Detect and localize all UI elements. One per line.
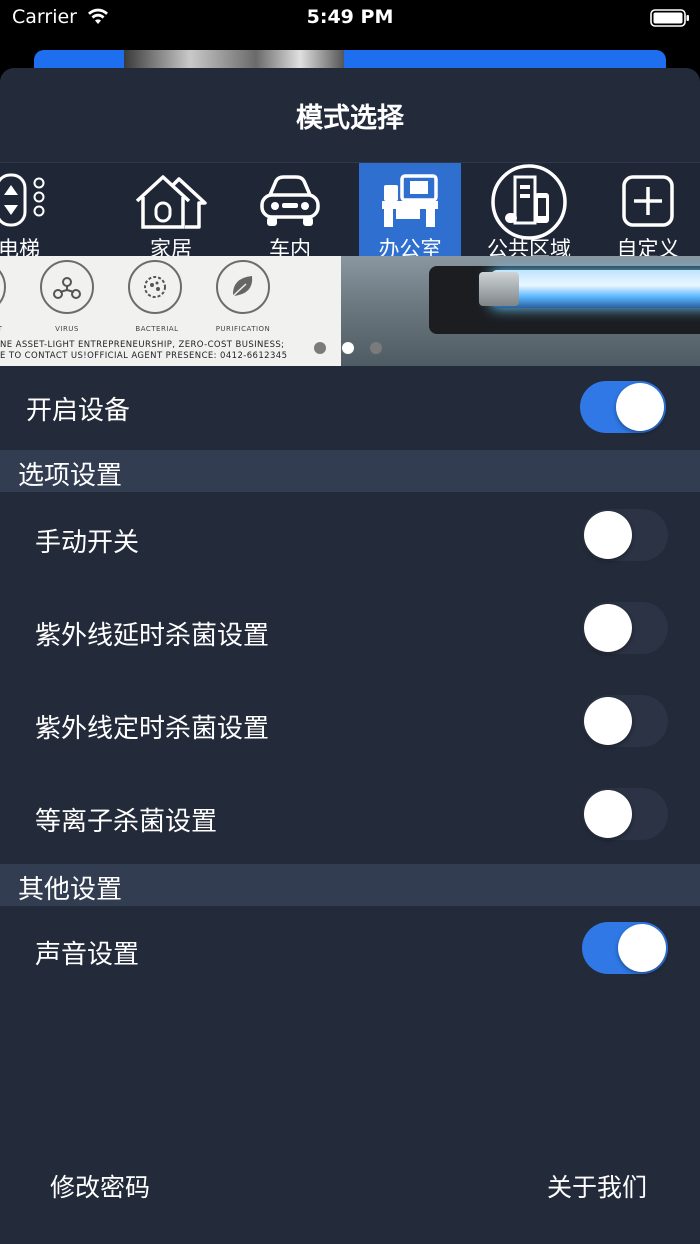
add-custom-icon — [622, 175, 674, 227]
bacteria-icon — [128, 260, 182, 314]
plasma-toggle[interactable] — [582, 788, 668, 840]
mode-label: 电梯 — [0, 237, 40, 256]
manual-switch-toggle[interactable] — [582, 509, 668, 561]
other-section-header: 其他设置 — [0, 864, 700, 906]
car-icon — [260, 175, 320, 226]
uv-timer-toggle[interactable] — [582, 695, 668, 747]
sound-row: 声音设置 — [0, 906, 700, 996]
elevator-icon — [0, 173, 45, 227]
promo-banner-carousel[interactable]: T VIRUS BACTERIAL — [0, 256, 700, 366]
uv-lamp-image — [491, 270, 700, 308]
uv-timer-row: 紫外线定时杀菌设置 — [0, 678, 700, 771]
banner-text-line: NE ASSET-LIGHT ENTREPRENEURSHIP, ZERO-CO… — [0, 340, 285, 350]
mode-selection-sheet: 模式选择 电梯 家居 车内 办公室 公共区域 自定义 VIRUS BACTERI… — [0, 68, 700, 1244]
virus-icon — [40, 260, 94, 314]
uv-delay-label: 紫外线延时杀菌设置 — [35, 621, 270, 651]
sound-toggle[interactable] — [582, 922, 668, 974]
mode-item-home[interactable]: 家居 — [120, 163, 222, 256]
mode-label: 家居 — [150, 237, 192, 256]
page-dot-active[interactable] — [342, 342, 354, 354]
mode-item-custom[interactable]: 自定义 — [597, 163, 699, 256]
mode-item-office[interactable]: 办公室 — [359, 163, 461, 256]
status-bar: Carrier 5:49 PM — [0, 0, 700, 40]
mode-label: 自定义 — [616, 237, 680, 256]
mode-label: 车内 — [269, 237, 311, 256]
mode-item-elevator[interactable]: 电梯 — [0, 163, 70, 256]
about-us-link[interactable]: 关于我们 — [547, 1168, 647, 1204]
office-icon — [382, 174, 438, 227]
device-power-toggle[interactable] — [580, 381, 666, 433]
plasma-label: 等离子杀菌设置 — [35, 807, 218, 837]
page-dot[interactable] — [370, 342, 382, 354]
section-title: 其他设置 — [18, 875, 123, 905]
home-icon — [135, 175, 207, 229]
manual-switch-row: 手动开关 — [0, 492, 700, 585]
plasma-row: 等离子杀菌设置 — [0, 771, 700, 864]
uv-delay-row: 紫外线延时杀菌设置 — [0, 585, 700, 678]
leaf-icon — [216, 260, 270, 314]
banner-slide-current — [341, 256, 700, 366]
mode-label: 公共区域 — [487, 237, 571, 256]
banner-text-line: E TO CONTACT US!OFFICIAL AGENT PRESENCE:… — [0, 351, 288, 361]
uv-timer-label: 紫外线定时杀菌设置 — [35, 714, 270, 744]
mode-item-public-area[interactable]: 公共区域 — [478, 163, 580, 256]
change-password-link[interactable]: 修改密码 — [50, 1168, 150, 1204]
section-title: 选项设置 — [18, 461, 123, 491]
mode-label: 办公室 — [378, 237, 442, 256]
sound-label: 声音设置 — [35, 940, 140, 970]
mode-bar: 电梯 家居 车内 办公室 公共区域 自定义 — [0, 162, 700, 256]
options-section-header: 选项设置 — [0, 450, 700, 492]
sheet-title: 模式选择 — [296, 103, 404, 134]
status-time: 5:49 PM — [306, 6, 394, 28]
public-area-icon — [491, 164, 567, 240]
uv-delay-toggle[interactable] — [582, 602, 668, 654]
mode-item-car[interactable]: 车内 — [239, 163, 341, 256]
feature-icon — [0, 260, 6, 314]
feature-label: PURIFICATION — [215, 325, 271, 333]
page-dot[interactable] — [314, 342, 326, 354]
banner-slide-previous: T VIRUS BACTERIAL — [0, 256, 341, 366]
battery-icon — [650, 9, 689, 27]
feature-label: VIRUS — [55, 325, 79, 333]
manual-switch-label: 手动开关 — [35, 528, 140, 558]
device-power-row: 开启设备 — [0, 366, 700, 450]
feature-label: BACTERIAL — [135, 325, 179, 333]
device-power-label: 开启设备 — [26, 396, 131, 426]
